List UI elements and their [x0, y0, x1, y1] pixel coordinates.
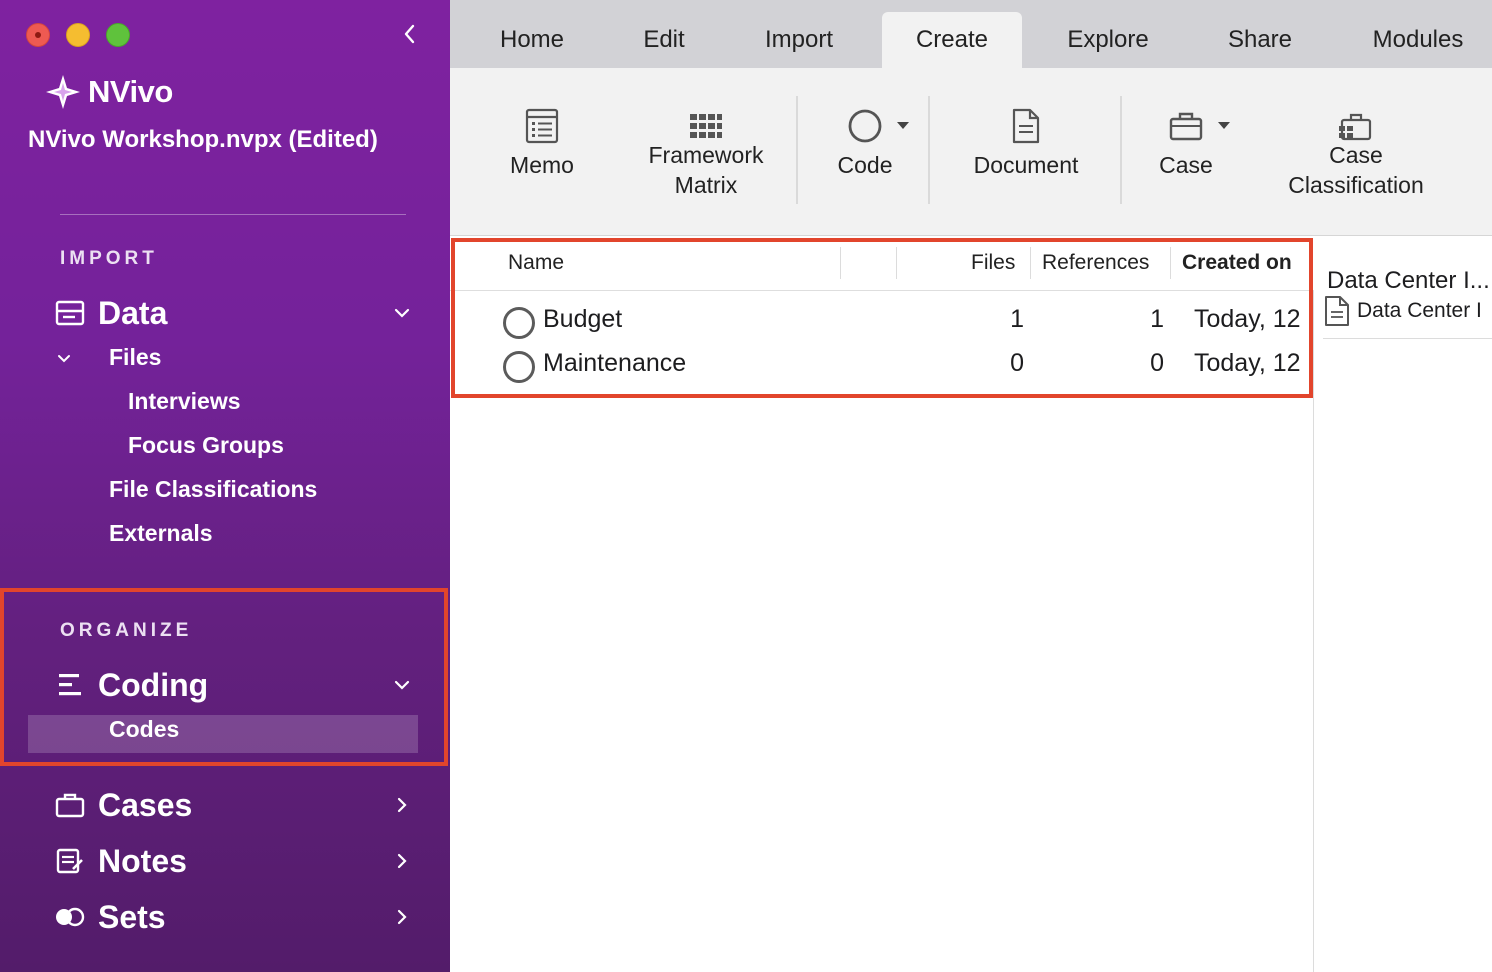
minimize-window-button[interactable]: [66, 23, 90, 47]
ribbon-separator: [1120, 96, 1122, 204]
preview-pane: Data Center I... Data Center I: [1315, 237, 1492, 972]
case-button[interactable]: Case: [1148, 106, 1224, 180]
chevron-right-icon[interactable]: [392, 795, 412, 815]
document-button[interactable]: Document: [962, 106, 1090, 180]
column-header-files[interactable]: Files: [971, 251, 1015, 275]
sidebar-item-focus-groups[interactable]: Focus Groups: [128, 432, 284, 459]
tab-import[interactable]: Import: [740, 12, 858, 68]
row-created-on: Today, 12: [1194, 305, 1301, 333]
close-window-button[interactable]: [26, 23, 50, 47]
sidebar-divider: [60, 214, 406, 215]
chevron-right-icon[interactable]: [392, 851, 412, 871]
column-separator[interactable]: [1030, 247, 1031, 279]
row-references: 0: [1150, 349, 1164, 377]
tab-edit[interactable]: Edit: [610, 12, 718, 68]
code-label: Code: [837, 152, 893, 178]
tab-explore[interactable]: Explore: [1048, 12, 1168, 68]
table-row[interactable]: Budget 1 1 Today, 12: [450, 299, 1314, 343]
code-circle-icon: [503, 307, 535, 339]
column-separator[interactable]: [840, 247, 841, 279]
column-header-name[interactable]: Name: [508, 251, 564, 275]
project-title: NVivo Workshop.nvpx (Edited): [28, 126, 378, 153]
case-classification-label: Case Classification: [1288, 142, 1424, 198]
ribbon-tabbar: Home Edit Import Create Explore Share Mo…: [450, 0, 1492, 68]
tab-create[interactable]: Create: [882, 12, 1022, 68]
tab-share[interactable]: Share: [1204, 12, 1316, 68]
section-label-import: IMPORT: [60, 248, 158, 269]
memo-button[interactable]: Memo: [496, 106, 588, 180]
preview-document-label: Data Center I: [1357, 299, 1482, 322]
preview-card[interactable]: Data Center I... Data Center I: [1323, 257, 1492, 339]
table-header: Name Files References Created on: [450, 237, 1314, 291]
sidebar-group-data[interactable]: Data: [50, 291, 420, 335]
chevron-down-icon[interactable]: [392, 303, 412, 323]
tab-home[interactable]: Home: [480, 12, 584, 68]
column-separator[interactable]: [896, 247, 897, 279]
sidebar-group-sets[interactable]: Sets: [50, 895, 420, 939]
sidebar-group-sets-label: Sets: [98, 898, 166, 935]
row-name: Maintenance: [543, 349, 687, 377]
document-label: Document: [973, 152, 1079, 178]
ribbon-toolbar: Memo Framework Matrix Code Document Case…: [450, 68, 1492, 236]
chevron-down-icon[interactable]: [392, 675, 412, 695]
sidebar-item-externals[interactable]: Externals: [109, 520, 213, 547]
sidebar-item-codes[interactable]: Codes: [109, 716, 179, 743]
data-icon: [50, 291, 90, 335]
ribbon-separator: [928, 96, 930, 204]
memo-label: Memo: [510, 152, 574, 178]
sidebar: NVivo NVivo Workshop.nvpx (Edited) IMPOR…: [0, 0, 450, 972]
code-circle-icon: [847, 106, 883, 146]
chevron-down-icon[interactable]: [56, 350, 72, 366]
app-name: NVivo: [88, 74, 173, 109]
app-logo: NVivo: [44, 72, 173, 112]
document-icon: [1011, 106, 1041, 146]
section-label-organize: ORGANIZE: [60, 620, 193, 641]
sidebar-group-cases[interactable]: Cases: [50, 783, 420, 827]
chevron-right-icon[interactable]: [392, 907, 412, 927]
sidebar-group-coding-label: Coding: [98, 666, 209, 703]
row-created-on: Today, 12: [1194, 349, 1301, 377]
row-files: 1: [1010, 305, 1024, 333]
column-header-references[interactable]: References: [1042, 251, 1149, 275]
ribbon-separator: [796, 96, 798, 204]
sidebar-item-codes-selected[interactable]: [28, 715, 418, 753]
case-classification-button[interactable]: Case Classification: [1276, 106, 1436, 200]
code-button[interactable]: Code: [824, 106, 906, 180]
sidebar-group-coding[interactable]: Coding: [50, 663, 420, 707]
nvivo-star-icon: [46, 75, 80, 109]
notes-icon: [50, 839, 90, 883]
column-header-created-on[interactable]: Created on: [1182, 251, 1292, 275]
document-icon: [1325, 296, 1349, 326]
tab-modules[interactable]: Modules: [1356, 12, 1480, 68]
sidebar-group-cases-label: Cases: [98, 786, 193, 823]
framework-matrix-label: Framework Matrix: [648, 142, 764, 198]
case-dropdown-caret-icon[interactable]: [1218, 122, 1230, 129]
sidebar-group-notes-label: Notes: [98, 842, 187, 879]
preview-document-link[interactable]: Data Center I: [1323, 295, 1482, 327]
collapse-sidebar-icon[interactable]: [398, 20, 422, 48]
zoom-window-button[interactable]: [106, 23, 130, 47]
briefcase-icon: [50, 783, 90, 827]
case-label: Case: [1159, 152, 1213, 178]
column-separator[interactable]: [1170, 247, 1171, 279]
code-dropdown-caret-icon[interactable]: [897, 122, 909, 129]
codes-list: Name Files References Created on Budget …: [450, 237, 1314, 972]
sidebar-item-interviews[interactable]: Interviews: [128, 388, 241, 415]
row-name: Budget: [543, 305, 623, 333]
coding-icon: [50, 663, 90, 707]
memo-icon: [525, 106, 559, 146]
row-files: 0: [1010, 349, 1024, 377]
sidebar-group-data-label: Data: [98, 294, 168, 331]
preview-title: Data Center I...: [1327, 267, 1490, 294]
framework-matrix-button[interactable]: Framework Matrix: [636, 106, 776, 200]
sidebar-group-notes[interactable]: Notes: [50, 839, 420, 883]
sets-icon: [50, 895, 90, 939]
code-circle-icon: [503, 351, 535, 383]
sidebar-item-files[interactable]: Files: [109, 344, 161, 371]
briefcase-icon: [1169, 106, 1203, 146]
row-references: 1: [1150, 305, 1164, 333]
table-row[interactable]: Maintenance 0 0 Today, 12: [450, 343, 1314, 387]
sidebar-item-file-classifications[interactable]: File Classifications: [109, 476, 317, 503]
